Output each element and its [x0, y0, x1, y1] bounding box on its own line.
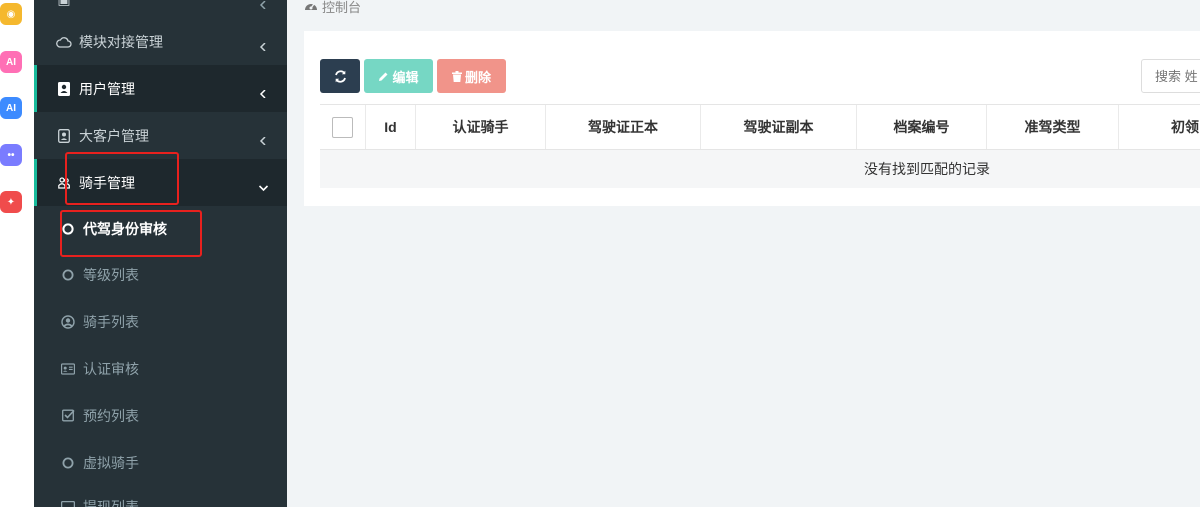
- column-header-certified-rider[interactable]: 认证骑手: [416, 105, 546, 149]
- list-icon: [61, 500, 75, 507]
- select-all-cell: [320, 105, 366, 149]
- sidebar-subitem-rider-list[interactable]: 骑手列表: [34, 298, 287, 345]
- sidebar-item-module-docking[interactable]: 模块对接管理: [34, 18, 287, 65]
- sidebar-subitem-label: 提现列表: [83, 498, 139, 507]
- trash-icon: [451, 70, 462, 82]
- sidebar-item-label: 大客户管理: [79, 127, 149, 144]
- sidebar-subitem-label: 骑手列表: [83, 313, 139, 330]
- sidebar-subitem-label: 虚拟骑手: [83, 454, 139, 471]
- id-card-icon: [61, 362, 75, 376]
- users-icon: [56, 175, 72, 191]
- refresh-icon: [334, 69, 347, 83]
- robot-app-icon[interactable]: ◉: [0, 3, 22, 25]
- folder-icon: ▣: [56, 0, 72, 8]
- main-panel: 编辑 删除 Id 认证骑手 驾驶证正本 驾驶证副本 档案编号 准驾类型 初领 没…: [304, 31, 1200, 206]
- edit-button-label: 编辑: [392, 69, 419, 85]
- sidebar-item-user-management[interactable]: 用户管理: [34, 65, 287, 112]
- chevron-left-icon: [259, 0, 267, 10]
- sidebar-subitem-certification-review[interactable]: 认证审核: [34, 345, 287, 392]
- game-app-icon[interactable]: ✦: [0, 191, 22, 213]
- user-card-icon: [56, 81, 72, 97]
- sidebar-item-label: 模块对接管理: [79, 33, 163, 50]
- search-input[interactable]: [1141, 59, 1200, 93]
- check-square-icon: [61, 409, 75, 423]
- user-circle-icon: [61, 314, 75, 329]
- ai-ring-app-icon[interactable]: AI: [0, 51, 22, 73]
- delete-button-label: 删除: [464, 69, 491, 85]
- column-header-id[interactable]: Id: [366, 105, 416, 149]
- dashboard-icon: [304, 0, 318, 12]
- chevron-left-icon: [259, 38, 267, 52]
- circle-icon: [61, 222, 75, 236]
- circle-icon: [61, 456, 75, 470]
- chat-bot-app-icon[interactable]: ••: [0, 144, 22, 166]
- chevron-down-icon: [258, 179, 269, 191]
- sidebar-subitem-label: 认证审核: [83, 360, 139, 377]
- sidebar-subitem-label: 预约列表: [83, 407, 139, 424]
- sidebar-subitem-driver-identity-review[interactable]: 代驾身份审核: [34, 205, 287, 252]
- select-all-checkbox[interactable]: [332, 116, 353, 138]
- edit-button[interactable]: 编辑: [364, 59, 433, 93]
- sidebar-item-rider-management[interactable]: 骑手管理: [34, 159, 287, 206]
- table-empty-row: 没有找到匹配的记录: [320, 150, 1200, 188]
- sidebar-subitem-withdrawal-list[interactable]: 提现列表: [34, 483, 287, 507]
- empty-message: 没有找到匹配的记录: [864, 161, 990, 177]
- breadcrumb-label[interactable]: 控制台: [322, 0, 361, 16]
- sidebar-item-key-accounts[interactable]: 大客户管理: [34, 112, 287, 159]
- column-header-file-number[interactable]: 档案编号: [857, 105, 987, 149]
- sidebar-item-label: 骑手管理: [79, 174, 135, 191]
- sidebar-subitem-label: 代驾身份审核: [83, 220, 167, 237]
- column-header-license-copy[interactable]: 驾驶证副本: [701, 105, 857, 149]
- circle-icon: [61, 268, 75, 282]
- sidebar: ▣ 模块对接管理 用户管理 大客户管理: [34, 0, 287, 507]
- sidebar-subitem-booking-list[interactable]: 预约列表: [34, 392, 287, 439]
- delete-button[interactable]: 删除: [437, 59, 506, 93]
- app-dock: ◉ AI AI •• ✦: [0, 0, 34, 507]
- refresh-button[interactable]: [320, 59, 360, 93]
- pencil-icon: [378, 71, 389, 82]
- column-header-first-issued[interactable]: 初领: [1119, 105, 1200, 149]
- column-header-license-original[interactable]: 驾驶证正本: [546, 105, 701, 149]
- chevron-left-icon: [259, 85, 267, 99]
- breadcrumb: 控制台: [304, 0, 361, 15]
- cloud-icon: [56, 34, 72, 50]
- chevron-left-icon: [259, 132, 267, 146]
- sidebar-subitem-level-list[interactable]: 等级列表: [34, 251, 287, 298]
- sidebar-subitem-virtual-rider[interactable]: 虚拟骑手: [34, 439, 287, 486]
- sidebar-item-label: 用户管理: [79, 80, 135, 97]
- column-header-license-class[interactable]: 准驾类型: [987, 105, 1119, 149]
- ai-blue-app-icon[interactable]: AI: [0, 97, 22, 119]
- table-header: Id 认证骑手 驾驶证正本 驾驶证副本 档案编号 准驾类型 初领: [320, 104, 1200, 150]
- sidebar-subitem-label: 等级列表: [83, 266, 139, 283]
- portrait-icon: [56, 128, 72, 144]
